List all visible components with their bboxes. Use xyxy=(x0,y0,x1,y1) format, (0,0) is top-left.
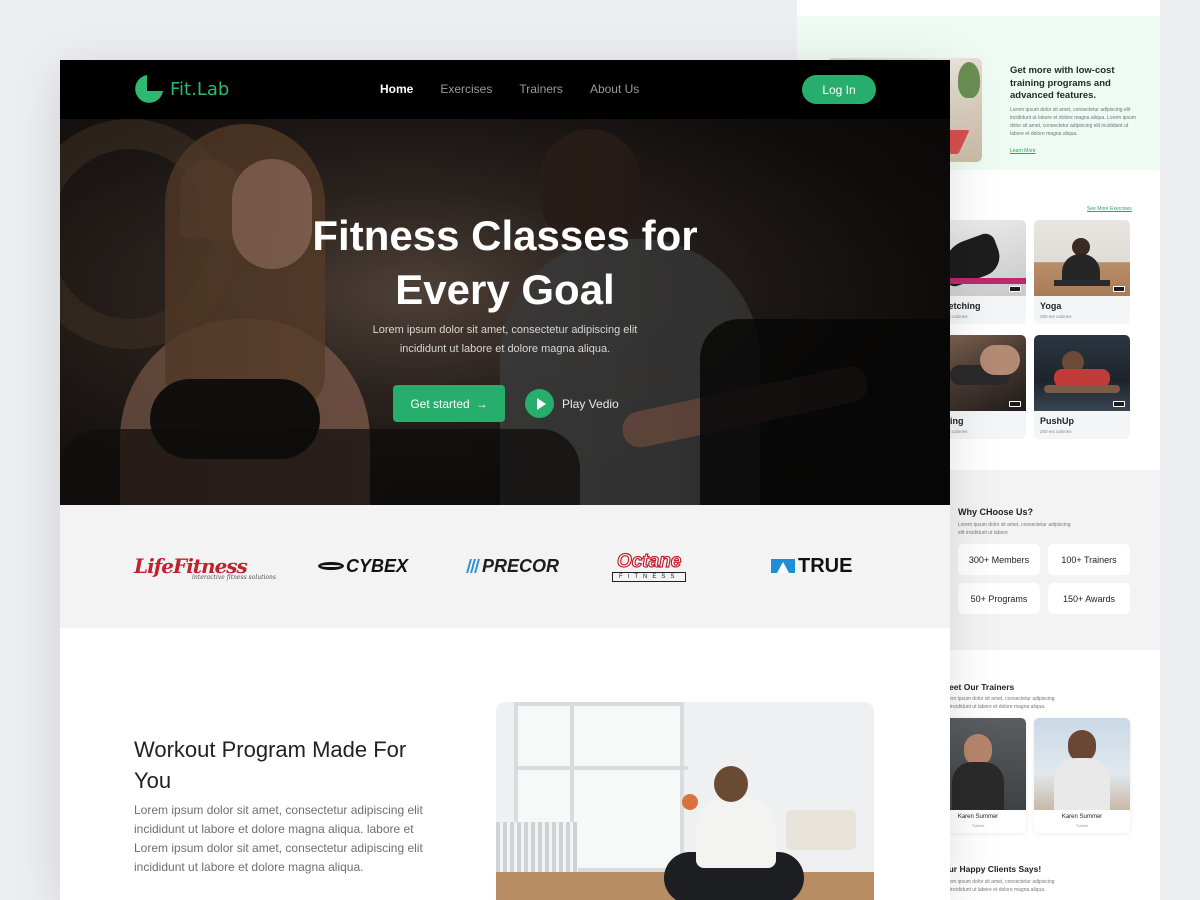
precor-logo: PRECOR xyxy=(466,553,560,579)
cybex-wordmark: CYBEX xyxy=(346,555,409,576)
true-logo: TRUE xyxy=(771,553,852,579)
exercise-calories: 250 est calories xyxy=(1040,314,1072,319)
precor-bars-icon xyxy=(466,559,482,573)
cybex-swoosh-icon xyxy=(318,562,344,570)
play-video-button[interactable]: Play Vedio xyxy=(525,389,619,418)
duration-badge xyxy=(1009,401,1021,407)
nav-link-about-us[interactable]: About Us xyxy=(590,82,639,96)
octane-fitness-logo: Octane FITNESS xyxy=(612,551,687,582)
octane-wordmark: Octane xyxy=(616,551,682,572)
nav-link-trainers[interactable]: Trainers xyxy=(519,82,563,96)
life-fitness-logo: LifeFitness interactive fitness solution… xyxy=(134,553,276,581)
duration-badge xyxy=(1113,286,1125,292)
nav-link-home[interactable]: Home xyxy=(380,82,413,96)
stat-members: 300+ Members xyxy=(958,544,1040,575)
program-text: Lorem ipsum dolor sit amet, consectetur … xyxy=(134,803,423,874)
leaf-pie-logo-icon xyxy=(135,75,163,103)
get-started-button[interactable]: Get started → xyxy=(393,385,505,422)
learn-more-link[interactable]: Learn More xyxy=(1010,148,1036,154)
program-title: Workout Program Made For You xyxy=(134,737,407,793)
octane-subtitle: FITNESS xyxy=(612,572,687,582)
trainers-text: Lorem ipsum dolor sit amet, consectetur … xyxy=(942,696,1055,710)
trainer-card[interactable]: Karen Summer Trainer xyxy=(1034,718,1130,833)
brand-logos-strip: LifeFitness interactive fitness solution… xyxy=(60,505,950,628)
promo-text: Lorem ipsum dolor sit amet, consectetur … xyxy=(1010,107,1136,137)
cybex-logo: CYBEX xyxy=(318,553,408,579)
trainers-title: Meet Our Trainers xyxy=(942,682,1015,692)
stat-awards: 150+ Awards xyxy=(1048,583,1130,614)
precor-wordmark: PRECOR xyxy=(482,555,560,576)
logo[interactable]: Fit.Lab xyxy=(134,74,229,104)
exercise-name: Yoga xyxy=(1040,301,1062,311)
arrow-right-icon: → xyxy=(475,396,488,411)
top-navbar: Fit.Lab Home Exercises Trainers About Us… xyxy=(60,60,950,119)
true-wordmark: TRUE xyxy=(798,554,853,577)
exercise-card-pushup[interactable]: PushUp 250 est calories xyxy=(1034,335,1130,439)
workout-program-section: Workout Program Made For You Lorem ipsum… xyxy=(60,628,950,900)
clients-title: Our Happy Clients Says! xyxy=(942,864,1042,874)
play-icon xyxy=(525,389,554,418)
hero-subtitle: Lorem ipsum dolor sit amet, consectetur … xyxy=(372,324,638,355)
trainer-name: Karen Summer xyxy=(1061,814,1103,820)
clients-text: Lorem ipsum dolor sit amet, consectetur … xyxy=(942,879,1055,893)
duration-badge xyxy=(1009,286,1021,292)
hero-section: Fitness Classes for Every Goal Lorem ips… xyxy=(60,119,950,505)
nav-links: Home Exercises Trainers About Us xyxy=(380,82,666,96)
exercise-calories: 250 est calories xyxy=(1040,429,1072,434)
logo-text: Fit.Lab xyxy=(170,78,230,100)
trainer-role: Trainer xyxy=(1075,823,1089,828)
program-image xyxy=(496,702,874,900)
hero-title-line1: Fitness Classes for xyxy=(312,212,698,259)
why-text: Lorem ipsum dolor sit amet, consectetur … xyxy=(958,522,1071,536)
get-started-label: Get started xyxy=(410,396,470,411)
nav-link-exercises[interactable]: Exercises xyxy=(440,82,492,96)
duration-badge xyxy=(1113,401,1125,407)
login-button[interactable]: Log In xyxy=(802,75,876,104)
stat-programs: 50+ Programs xyxy=(958,583,1040,614)
play-video-label: Play Vedio xyxy=(562,396,619,411)
true-mountain-icon xyxy=(771,559,795,573)
exercise-card-yoga[interactable]: Yoga 250 est calories xyxy=(1034,220,1130,324)
promo-title: Get more with low-cost training programs… xyxy=(1010,65,1115,101)
stat-trainers: 100+ Trainers xyxy=(1048,544,1130,575)
landing-page: Fit.Lab Home Exercises Trainers About Us… xyxy=(60,60,950,900)
why-title: Why CHoose Us? xyxy=(958,507,1034,517)
exercise-name: PushUp xyxy=(1040,416,1075,426)
life-fitness-tagline: interactive fitness solutions xyxy=(192,574,276,581)
hero-title: Fitness Classes for Every Goal xyxy=(60,209,950,317)
hero-title-line2: Every Goal xyxy=(395,266,615,313)
see-more-exercises-link[interactable]: See More Exercises xyxy=(1087,206,1132,212)
